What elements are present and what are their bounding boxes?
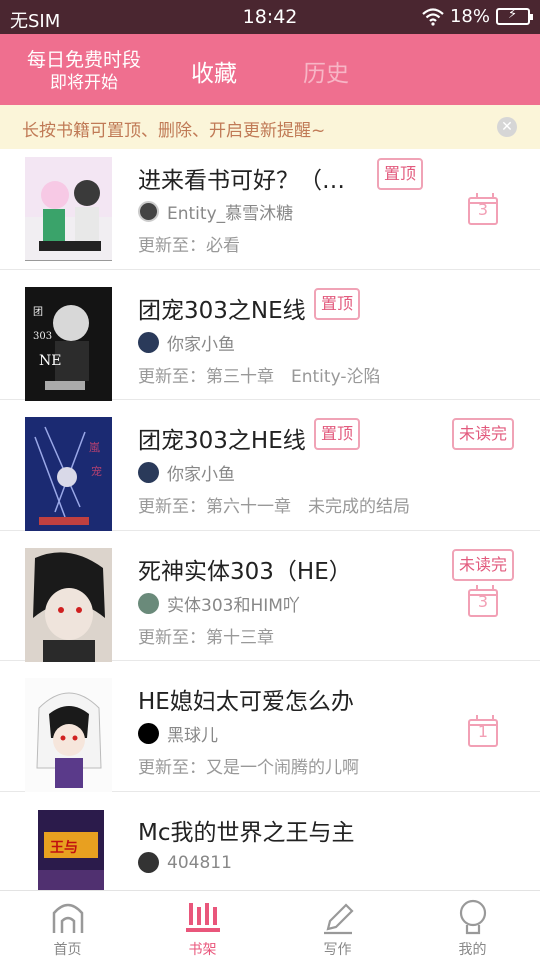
book-author: Entity_慕雪沐糖 — [138, 199, 293, 224]
battery-percent: 18% — [449, 6, 490, 27]
book-title: 团宠303之NE线 — [138, 298, 306, 324]
list-item[interactable]: HE媳妇太可爱怎么办 黑球儿 1 更新至：又是一个闹腾的儿啊 — [0, 661, 540, 792]
top-header: 每日免费时段 即将开始 收藏 历史 — [0, 34, 540, 105]
nav-shelf-label: 书架 — [188, 942, 217, 958]
author-avatar — [138, 462, 159, 483]
list-item[interactable]: 团 303 NE 团宠303之NE线 置顶 你家小鱼 更新至：第三十章 Enti… — [0, 270, 540, 401]
book-list: 进来看书可好？（… 置顶 Entity_慕雪沐糖 3 更新至：必看 团 303 … — [0, 149, 540, 890]
book-cover: 团 303 NE — [25, 287, 112, 401]
calendar-icon[interactable]: 3 — [468, 193, 498, 225]
author-name: 黑球儿 — [167, 726, 218, 746]
author-name: 404811 — [167, 852, 232, 873]
book-author: 实体303和HIM吖 — [138, 591, 300, 616]
list-item[interactable]: 进来看书可好？（… 置顶 Entity_慕雪沐糖 3 更新至：必看 — [0, 149, 540, 270]
svg-text:嵐: 嵐 — [89, 441, 100, 454]
book-update: 更新至：又是一个闹腾的儿啊 — [138, 758, 359, 778]
status-right: 18% ⚡ — [422, 6, 533, 27]
svg-text:303: 303 — [33, 331, 52, 342]
book-author: 你家小鱼 — [138, 330, 235, 355]
author-name: 实体303和HIM吖 — [167, 596, 300, 616]
book-update: 更新至：必看 — [138, 236, 240, 256]
author-name: Entity_慕雪沐糖 — [167, 204, 294, 224]
pin-badge: 置顶 — [314, 418, 361, 450]
author-name: 你家小鱼 — [167, 465, 235, 485]
book-author: 你家小鱼 — [138, 460, 235, 485]
author-avatar — [138, 332, 159, 353]
book-author: 黑球儿 — [138, 721, 218, 746]
book-cover: 王与 — [38, 810, 104, 890]
book-title: HE媳妇太可爱怎么办 — [138, 689, 354, 715]
nav-home-label: 首页 — [53, 942, 82, 958]
pin-badge: 置顶 — [314, 288, 361, 320]
author-avatar — [138, 201, 159, 222]
battery-icon: ⚡ — [496, 7, 533, 25]
book-update: 更新至：第十三章 — [138, 628, 274, 648]
author-name: 你家小鱼 — [167, 335, 235, 355]
author-avatar — [138, 593, 159, 614]
book-title: Mc我的世界之王与主 — [138, 820, 355, 846]
free-period-subtitle: 即将开始 — [50, 73, 118, 93]
book-cover — [25, 678, 112, 792]
book-title: 死神实体303（HE） — [138, 559, 352, 585]
book-author: 404811 — [138, 852, 232, 873]
svg-text:宠: 宠 — [91, 464, 102, 478]
free-period-banner[interactable]: 每日免费时段 即将开始 — [14, 48, 154, 94]
book-title: 进来看书可好？（… — [138, 168, 345, 194]
svg-text:王与: 王与 — [50, 840, 78, 856]
close-icon[interactable]: ✕ — [497, 117, 517, 137]
wifi-icon — [422, 7, 444, 26]
book-cover: 嵐 宠 — [25, 417, 112, 531]
list-item[interactable]: 王与 Mc我的世界之王与主 404811 — [0, 792, 540, 890]
calendar-icon[interactable]: 1 — [468, 715, 498, 747]
unread-badge: 未读完 — [452, 418, 515, 450]
nav-mine-label: 我的 — [458, 942, 487, 958]
book-cover — [25, 548, 112, 662]
home-icon — [52, 903, 83, 933]
tip-text: 长按书籍可置顶、删除、开启更新提醒~ — [22, 121, 326, 141]
svg-text:NE: NE — [39, 353, 61, 369]
list-item[interactable]: 嵐 宠 团宠303之HE线 置顶 未读完 你家小鱼 更新至：第六十一章 未完成的… — [0, 400, 540, 531]
nav-shelf[interactable]: 书架 — [135, 891, 270, 961]
tab-history[interactable]: 历史 — [303, 54, 349, 88]
book-update: 更新至：第六十一章 未完成的结局 — [138, 497, 410, 517]
nav-home[interactable]: 首页 — [0, 891, 135, 961]
svg-text:团: 团 — [33, 306, 43, 318]
book-cover — [25, 157, 112, 261]
unread-badge: 未读完 — [452, 549, 515, 581]
nav-write-label: 写作 — [323, 942, 352, 958]
pen-icon — [323, 903, 354, 935]
free-period-title: 每日免费时段 — [26, 49, 141, 71]
nav-mine[interactable]: 我的 — [405, 891, 540, 961]
bookshelf-icon — [185, 903, 220, 932]
tab-favorites[interactable]: 收藏 — [191, 54, 237, 88]
user-icon — [459, 899, 486, 935]
list-item[interactable]: 死神实体303（HE） 未读完 实体303和HIM吖 3 更新至：第十三章 — [0, 531, 540, 662]
tip-bar: 长按书籍可置顶、删除、开启更新提醒~ ✕ — [0, 105, 540, 149]
book-update: 更新至：第三十章 Entity-沦陷 — [138, 367, 381, 387]
author-avatar — [138, 723, 159, 744]
status-bar: 无SIM 18:42 18% ⚡ — [0, 0, 540, 34]
pin-badge: 置顶 — [377, 158, 424, 190]
calendar-icon[interactable]: 3 — [468, 585, 498, 617]
author-avatar — [138, 852, 159, 873]
book-title: 团宠303之HE线 — [138, 428, 306, 454]
bottom-nav: 首页 书架 写作 我的 — [0, 890, 540, 960]
nav-write[interactable]: 写作 — [270, 891, 405, 961]
